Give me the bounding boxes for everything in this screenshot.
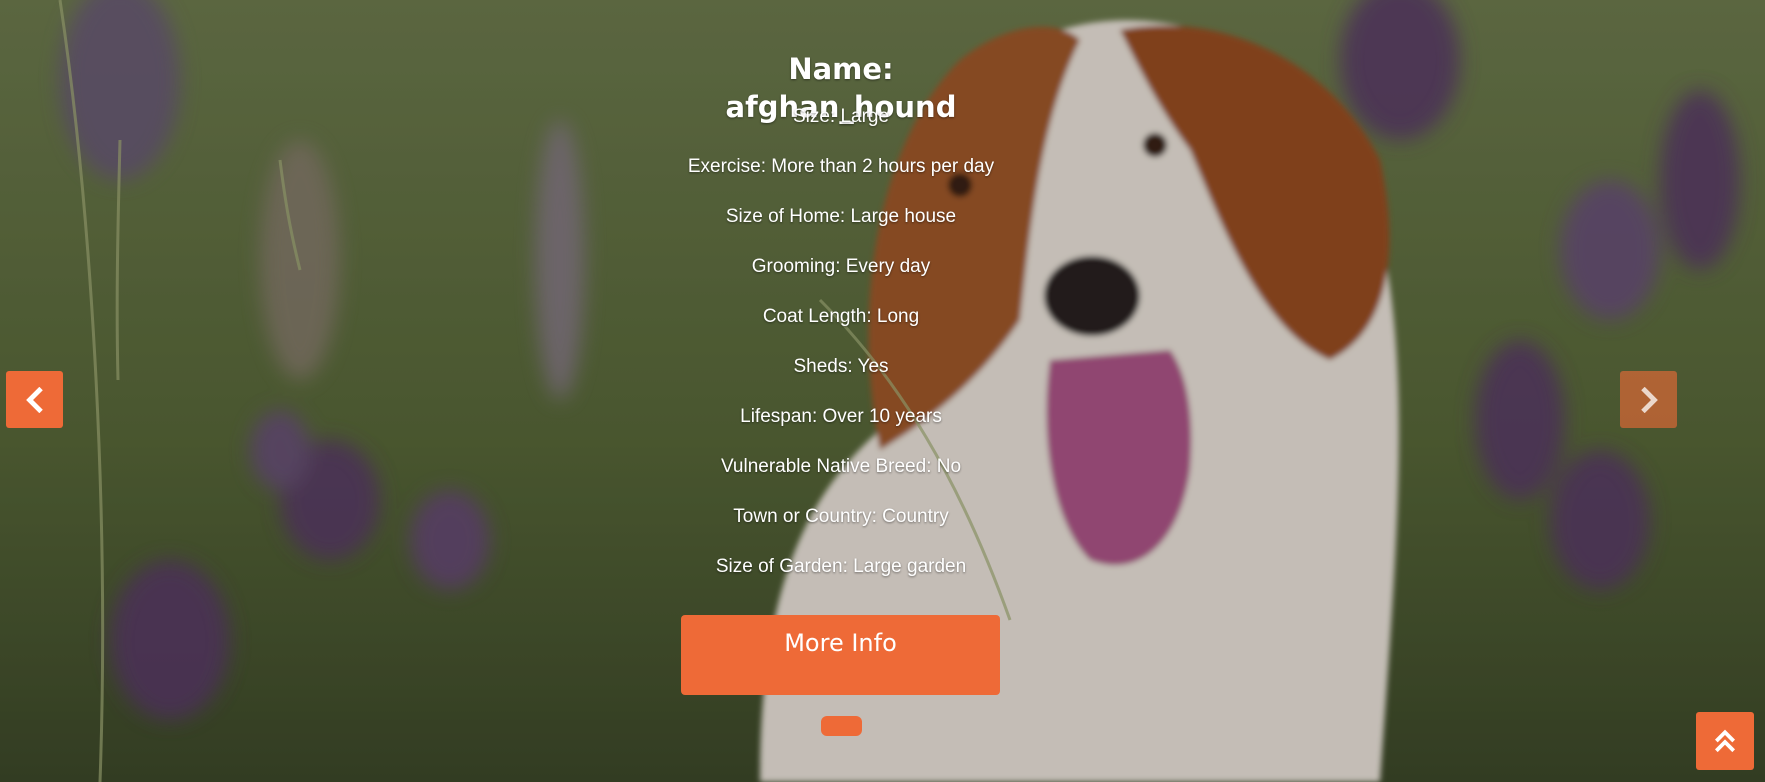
more-info-button[interactable]: More Info bbox=[681, 615, 1000, 695]
detail-coat-length: Coat Length: Long bbox=[762, 306, 920, 327]
scroll-to-top-button[interactable] bbox=[1696, 712, 1754, 770]
detail-vulnerable-native-breed: Vulnerable Native Breed: No bbox=[720, 456, 962, 477]
dog-name-title: Name: afghan_hound bbox=[725, 52, 957, 124]
chevron-left-icon bbox=[25, 386, 43, 413]
detail-size-of-home: Size of Home: Large house bbox=[725, 206, 957, 227]
detail-lifespan: Lifespan: Over 10 years bbox=[740, 406, 942, 427]
double-chevron-up-icon bbox=[1714, 729, 1736, 753]
more-info-label: More Info bbox=[784, 629, 897, 657]
dog-info-panel: Name: afghan_hound Size: Large Exercise:… bbox=[681, 50, 1001, 602]
detail-grooming: Grooming: Every day bbox=[751, 256, 931, 277]
carousel-prev-button[interactable] bbox=[6, 371, 63, 428]
chevron-right-icon bbox=[1640, 386, 1658, 413]
carousel-indicator-active[interactable] bbox=[821, 716, 862, 736]
detail-sheds: Sheds: Yes bbox=[793, 356, 889, 377]
carousel-next-button[interactable] bbox=[1620, 371, 1677, 428]
detail-town-or-country: Town or Country: Country bbox=[733, 506, 949, 527]
detail-size-of-garden: Size of Garden: Large garden bbox=[715, 556, 967, 577]
detail-exercise: Exercise: More than 2 hours per day bbox=[687, 156, 995, 177]
